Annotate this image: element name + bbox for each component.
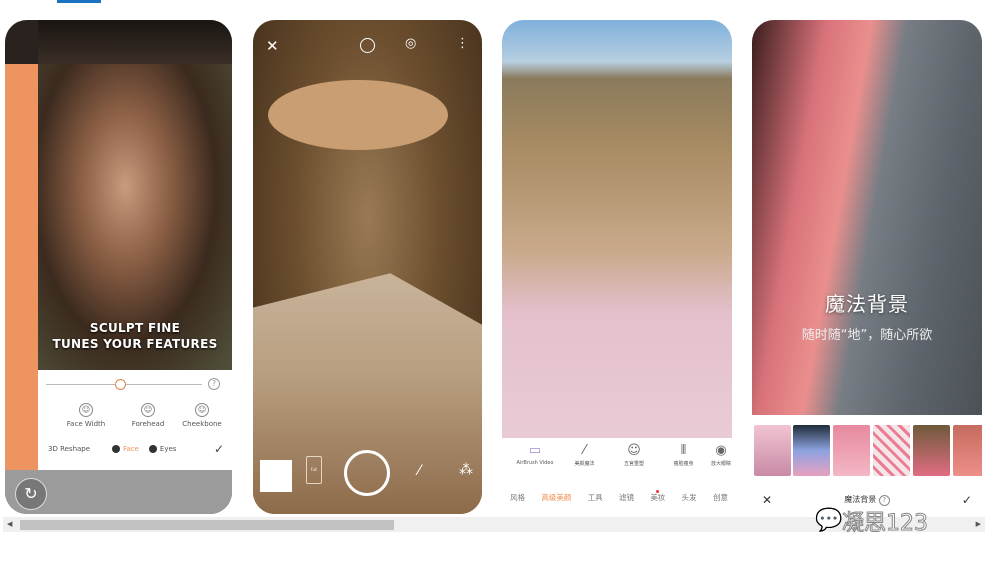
confirm-check-icon[interactable]: ✓ — [962, 493, 972, 507]
shutter-button[interactable] — [344, 450, 390, 496]
option-face[interactable]: Face — [112, 445, 139, 453]
tool-label: 五官重塑 — [623, 461, 644, 467]
magic-wand-icon[interactable]: ⁄ — [418, 463, 420, 479]
slider-knob[interactable] — [115, 379, 126, 390]
option-eyes[interactable]: Eyes — [148, 445, 177, 453]
feature-cheekbone[interactable]: ☺ Cheekbone — [176, 403, 228, 428]
check-icon — [112, 445, 121, 453]
face-icon: ☺ — [79, 403, 93, 417]
promo-headline: 魔法背景 — [825, 292, 909, 316]
wand-icon: ⁄ — [583, 443, 586, 458]
tool-beauty-magic[interactable]: ⁄ 美颜魔法 — [562, 442, 608, 467]
tab-advanced-beauty[interactable]: 高级美颜 — [541, 492, 571, 503]
tool-row: ▭ AirBrush Video ⁄ 美颜魔法 ☺ 五官重塑 ⫴ 瘦脸瘦身 ◉ 放大眼睛 — [512, 442, 732, 467]
camera-flip-icon[interactable]: ◎ — [405, 36, 416, 51]
tab-filters[interactable]: 滤镜 — [619, 492, 634, 503]
watermark: 凝思123 — [842, 511, 929, 537]
help-icon[interactable]: ? — [878, 494, 890, 506]
face-icon: ☺ — [141, 403, 155, 417]
close-icon[interactable]: ✕ — [762, 493, 772, 507]
tool-label: 瘦脸瘦身 — [673, 461, 694, 467]
tab-creative[interactable]: 创意 — [713, 492, 728, 503]
slim-icon: ⫴ — [680, 443, 687, 458]
promo-title: SCULPT FINE TUNES YOUR FEATURES — [38, 320, 232, 352]
tool-label: AirBrush Video — [516, 460, 554, 466]
scroll-right-arrow[interactable]: ▶ — [976, 520, 981, 528]
screenshot-beauty-tools[interactable]: ▭ AirBrush Video ⁄ 美颜魔法 ☺ 五官重塑 ⫴ 瘦脸瘦身 ◉ 放大眼睛 … — [502, 20, 732, 514]
background-swatch[interactable] — [953, 425, 982, 476]
portrait-photo — [502, 20, 732, 438]
tool-label: 放大眼睛 — [710, 461, 731, 467]
feature-forehead[interactable]: ☺ Forehead — [122, 403, 174, 428]
feature-label: Forehead — [131, 420, 165, 428]
photo-top — [38, 20, 232, 64]
screenshot-sculpt[interactable]: SCULPT FINE TUNES YOUR FEATURES ? ☺ Face … — [5, 20, 232, 514]
confirm-check-icon[interactable]: ✓ — [214, 442, 224, 456]
video-icon: ▭ — [528, 443, 542, 458]
filters-icon[interactable]: ⁂ — [459, 462, 473, 478]
screenshot-magic-background[interactable]: 魔法背景 随时随“地”，随心所欲 ✕ 魔法背景 ? ✓ — [752, 20, 982, 514]
category-tabs: 风格 高级美颜 工具 滤镜 美妆 头发 创意 — [510, 492, 728, 503]
tab-makeup[interactable]: 美妆 — [650, 492, 665, 503]
close-icon[interactable]: ✕ — [266, 37, 279, 55]
tool-label: 美颜魔法 — [574, 461, 595, 467]
promo-title-line2: TUNES YOUR FEATURES — [52, 337, 218, 351]
scroll-left-arrow[interactable]: ◀ — [7, 520, 12, 528]
wechat-logo-icon: 💬 — [815, 508, 843, 534]
face-icon: ☺ — [627, 443, 641, 458]
mode-label: 3D Reshape — [48, 445, 91, 453]
background-photo — [752, 20, 982, 415]
edit-panel: ? ☺ Face Width ☺ Forehead ☺ Cheekbone 3D Re… — [38, 370, 232, 470]
tool-slim[interactable]: ⫴ 瘦脸瘦身 — [661, 442, 707, 467]
tool-airbrush-video[interactable]: ▭ AirBrush Video — [512, 442, 558, 467]
background-swatch[interactable] — [913, 425, 950, 476]
option-label: Face — [123, 445, 139, 453]
tool-reshape[interactable]: ☺ 五官重塑 — [611, 442, 657, 467]
feature-face-width[interactable]: ☺ Face Width — [60, 403, 112, 428]
help-icon[interactable]: ? — [208, 378, 220, 390]
background-swatch[interactable] — [873, 425, 910, 476]
aspect-full-button[interactable]: Full — [306, 456, 322, 484]
timer-icon[interactable] — [360, 38, 375, 53]
promo-subtitle: 随时随“地”，随心所欲 — [801, 328, 933, 343]
tool-enlarge-eyes[interactable]: ◉ 放大眼睛 — [710, 442, 732, 467]
check-icon — [148, 445, 157, 453]
face-icon: ☺ — [195, 403, 209, 417]
promo-title-line1: SCULPT FINE — [89, 321, 181, 335]
background-swatch[interactable] — [793, 425, 830, 476]
eye-icon: ◉ — [715, 443, 727, 458]
more-icon[interactable]: ⋮ — [456, 36, 469, 51]
bar-title: 魔法背景 ? — [844, 494, 890, 506]
gallery-thumbnail[interactable] — [260, 460, 292, 492]
background-swatch[interactable] — [754, 425, 791, 476]
tab-hair[interactable]: 头发 — [682, 492, 697, 503]
new-badge — [656, 490, 659, 493]
background-swatch[interactable] — [833, 425, 870, 476]
aspect-label: Full — [310, 467, 318, 472]
feature-label: Face Width — [66, 420, 106, 428]
tab-style[interactable]: 风格 — [510, 492, 525, 503]
scrollbar-thumb[interactable] — [20, 520, 394, 530]
option-label: Eyes — [159, 445, 177, 453]
screenshot-camera[interactable]: ✕ ◎ ⋮ Full ⁄ ⁂ — [253, 20, 482, 514]
tool-panel: ▭ AirBrush Video ⁄ 美颜魔法 ☺ 五官重塑 ⫴ 瘦脸瘦身 ◉ 放大眼睛 … — [502, 438, 732, 514]
mode-row: 3D Reshape Face Eyes ✓ — [48, 442, 224, 456]
tab-tools[interactable]: 工具 — [588, 492, 603, 503]
feature-label: Cheekbone — [182, 420, 222, 428]
hat-shape — [268, 80, 448, 150]
active-tab-indicator — [57, 0, 101, 3]
bar-title-text: 魔法背景 — [844, 494, 877, 504]
reset-icon[interactable]: ↻ — [15, 478, 47, 510]
accent-strip — [5, 64, 38, 470]
